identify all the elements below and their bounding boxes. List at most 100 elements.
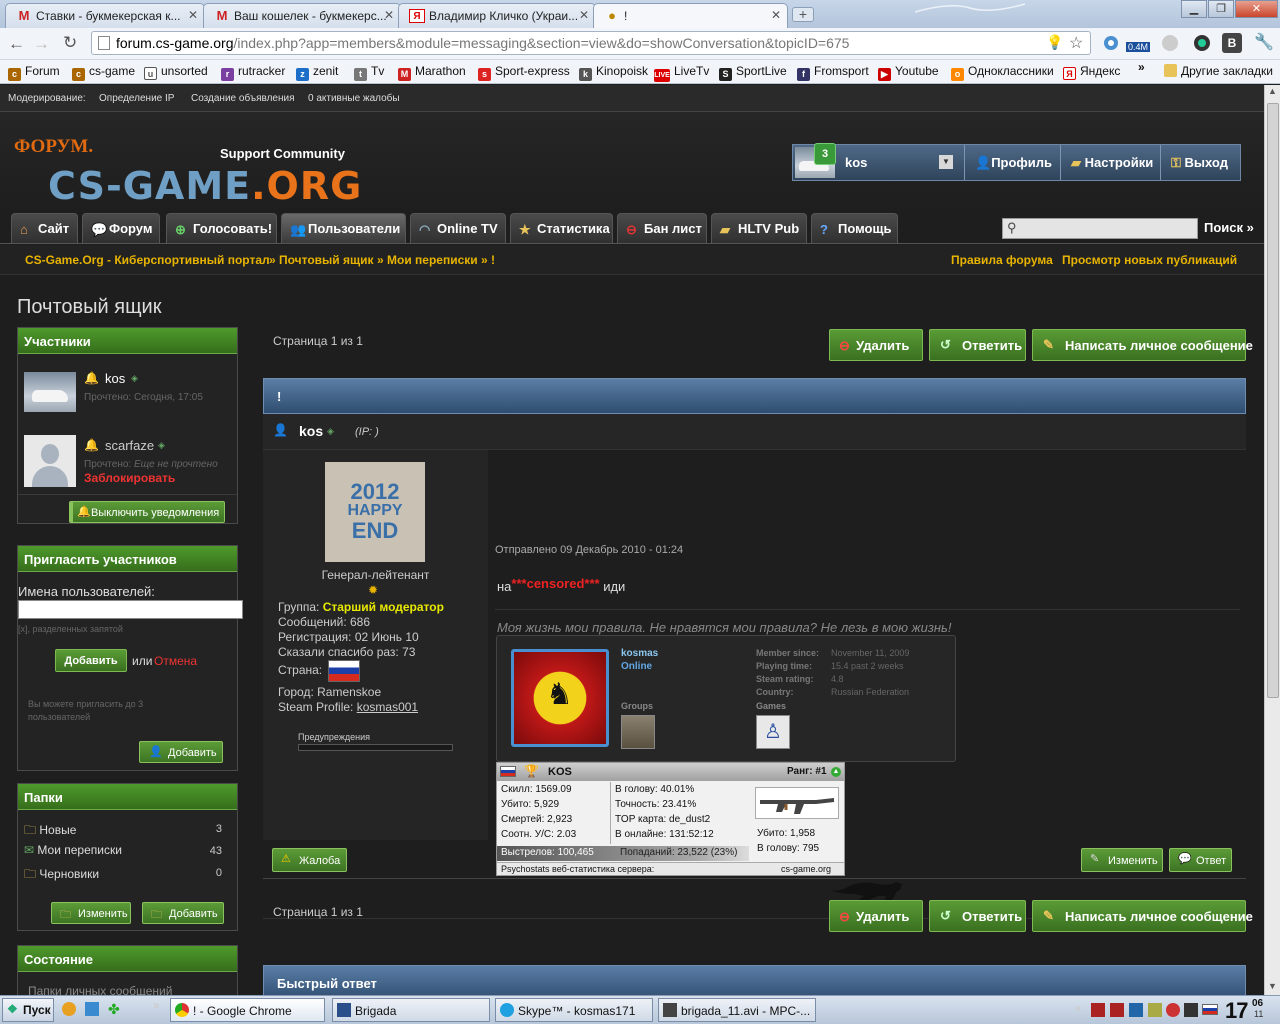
taskbar-item[interactable]: Skype™ - kosmas171 [495, 998, 653, 1022]
other-bookmarks[interactable]: Другие закладки [1164, 64, 1273, 78]
bookmark[interactable]: ▶ Youtube [878, 64, 939, 81]
extension-icon[interactable] [1160, 33, 1180, 53]
logout-link[interactable]: ⚿ Выход [1160, 145, 1228, 180]
tab-stats[interactable]: ★ Статистика [510, 213, 613, 243]
wrench-icon[interactable] [1100, 32, 1122, 54]
report-button[interactable]: ⚠ Жалоба [272, 848, 347, 872]
edit-folders-button[interactable]: 🗀 Изменить [51, 902, 131, 924]
tray-icon[interactable] [1110, 1003, 1124, 1017]
add-participant-button[interactable]: Добавить [55, 649, 127, 672]
folder-item-conversations[interactable]: ✉ Мои переписки 43 [24, 843, 230, 857]
browser-tab[interactable]: M Ставки - букмекерская к... ✕ [5, 3, 205, 28]
bookmark[interactable]: z zenit [296, 64, 338, 81]
tray-icon[interactable] [1129, 1003, 1143, 1017]
tab-vote[interactable]: ⊕ Голосовать! [166, 213, 277, 243]
maximize-button[interactable]: ❐ [1208, 0, 1234, 18]
search-button[interactable]: Поиск » [1204, 220, 1254, 235]
tray-icon[interactable] [1184, 1003, 1198, 1017]
forum-rules-link[interactable]: Правила форума [951, 253, 1053, 267]
block-user-link[interactable]: Заблокировать [84, 471, 175, 485]
bookmark[interactable]: k Kinopoisk [579, 64, 648, 81]
reload-icon[interactable]: ↻ [63, 33, 77, 53]
new-posts-link[interactable]: Просмотр новых публикаций [1062, 253, 1237, 267]
bulb-icon[interactable]: 💡 [1046, 34, 1063, 51]
tab-forum[interactable]: 💬 Форум [82, 213, 160, 243]
avatar-placeholder[interactable] [24, 435, 76, 487]
steam-card[interactable]: ♞ kosmas Online Groups Games ♙ Member si… [496, 635, 956, 762]
participant-name[interactable]: kos [105, 371, 125, 386]
stats-banner[interactable]: 🏆 KOS Ранг: #1 ▲ Скилл: 1569.09 Убито: 5… [496, 762, 845, 876]
page-scrollbar[interactable]: ▲ ▼ [1264, 85, 1280, 995]
mod-link[interactable]: 0 активные жалобы [308, 93, 400, 104]
bookmark[interactable]: r rutracker [221, 64, 285, 81]
browser-tab[interactable]: Я Владимир Кличко (Украи... ✕ [398, 3, 596, 28]
extension-badge[interactable]: 0.4M [1126, 42, 1151, 52]
tab-online-tv[interactable]: ◠ Online TV [410, 213, 506, 243]
scroll-up-icon[interactable]: ▲ [1268, 86, 1277, 96]
tab-site[interactable]: ⌂ Сайт [11, 213, 78, 243]
quicklaunch-more[interactable]: » [153, 998, 160, 1012]
avatar[interactable] [24, 372, 76, 412]
folder-item-drafts[interactable]: 🗀 Черновики 0 [24, 865, 230, 886]
cancel-link[interactable]: Отмена [154, 654, 197, 668]
star-icon[interactable]: ☆ [1069, 33, 1083, 53]
breadcrumb-link[interactable]: » ! [481, 253, 495, 267]
forward-icon[interactable]: → [33, 34, 50, 54]
new-tab-button[interactable]: + [792, 7, 814, 22]
clock[interactable]: 17 06 11 [1225, 998, 1277, 1023]
notification-badge[interactable]: 3 [814, 143, 836, 165]
reply-post-button[interactable]: 💬 Ответ [1169, 848, 1232, 872]
minimize-button[interactable]: ▁ [1181, 0, 1207, 18]
bookmark[interactable]: t Tv [354, 64, 384, 81]
settings-wrench-icon[interactable]: 🔧 [1254, 32, 1274, 52]
folder-item-new[interactable]: 🗀 Новые 3 [24, 821, 230, 842]
reply-button[interactable]: ↺ Ответить [929, 329, 1026, 361]
steam-group-icon[interactable] [621, 715, 655, 749]
author-avatar[interactable]: 2012 HAPPY END [325, 462, 425, 562]
bookmark[interactable]: LIVE LiveTv [654, 64, 709, 82]
reply-button[interactable]: ↺ Ответить [929, 900, 1026, 932]
back-icon[interactable]: ← [8, 34, 25, 54]
add-invite-button[interactable]: 👤 Добавить [139, 741, 223, 763]
tray-icon[interactable] [1166, 1003, 1180, 1017]
steam-profile-link[interactable]: kosmas001 [357, 700, 418, 714]
tray-icon[interactable] [1148, 1003, 1162, 1017]
post-author-name[interactable]: kos [299, 423, 323, 439]
tab-banlist[interactable]: ⊖ Бан лист [617, 213, 707, 243]
close-icon[interactable]: ✕ [771, 8, 781, 22]
tab-users[interactable]: 👥 Пользователи [281, 213, 406, 243]
compose-button[interactable]: ✎ Написать личное сообщение [1032, 329, 1253, 361]
add-folder-button[interactable]: 🗀 Добавить [142, 902, 224, 924]
usernames-input[interactable] [18, 600, 243, 619]
profile-link[interactable]: 👤Профиль [964, 145, 1052, 180]
bookmark[interactable]: c cs-game [72, 64, 135, 81]
compose-button[interactable]: ✎ Написать личное сообщение [1032, 900, 1253, 932]
vk-icon[interactable]: B [1222, 33, 1242, 53]
site-logo[interactable]: ФОРУМ. Support Community CS-GAME.ORG [10, 132, 400, 212]
settings-link[interactable]: ▰ Настройки [1060, 145, 1153, 180]
search-input[interactable]: ⚲ [1002, 218, 1198, 239]
tab-help[interactable]: ? Помощь [811, 213, 898, 243]
tray-icon[interactable] [1091, 1003, 1105, 1017]
tray-expand-icon[interactable]: « [1075, 1001, 1082, 1015]
bookmark[interactable]: c Forum [8, 64, 60, 81]
bookmark[interactable]: s Sport-express [478, 64, 570, 81]
breadcrumb-link[interactable]: » Мои переписки [377, 253, 478, 267]
mod-link[interactable]: Определение IP [99, 93, 174, 104]
bookmarks-more[interactable]: » [1138, 60, 1145, 74]
user-menu-dropdown-icon[interactable]: ▼ [939, 155, 953, 169]
breadcrumb-link[interactable]: » Почтовый ящик [269, 253, 374, 267]
start-button[interactable]: ❖ Пуск [2, 998, 54, 1022]
taskbar-item[interactable]: brigada_11.avi - MPC-... [658, 998, 816, 1022]
delete-button[interactable]: ⊖ Удалить [829, 900, 923, 932]
edit-post-button[interactable]: ✎ Изменить [1081, 848, 1163, 872]
close-icon[interactable]: ✕ [384, 8, 394, 22]
scrollbar-thumb[interactable] [1267, 103, 1279, 698]
participant-name[interactable]: scarfaze [105, 438, 154, 453]
toggle-notifications-button[interactable]: 🔔 Выключить уведомления [69, 501, 225, 523]
breadcrumb-link[interactable]: CS-Game.Org - Киберспортивный портал [25, 253, 270, 267]
bookmark[interactable]: S SportLive [719, 64, 787, 81]
tab-hltv[interactable]: ▰ HLTV Pub [711, 213, 807, 243]
bookmark[interactable]: u unsorted [144, 64, 208, 80]
taskbar-item[interactable]: Brigada [332, 998, 490, 1022]
